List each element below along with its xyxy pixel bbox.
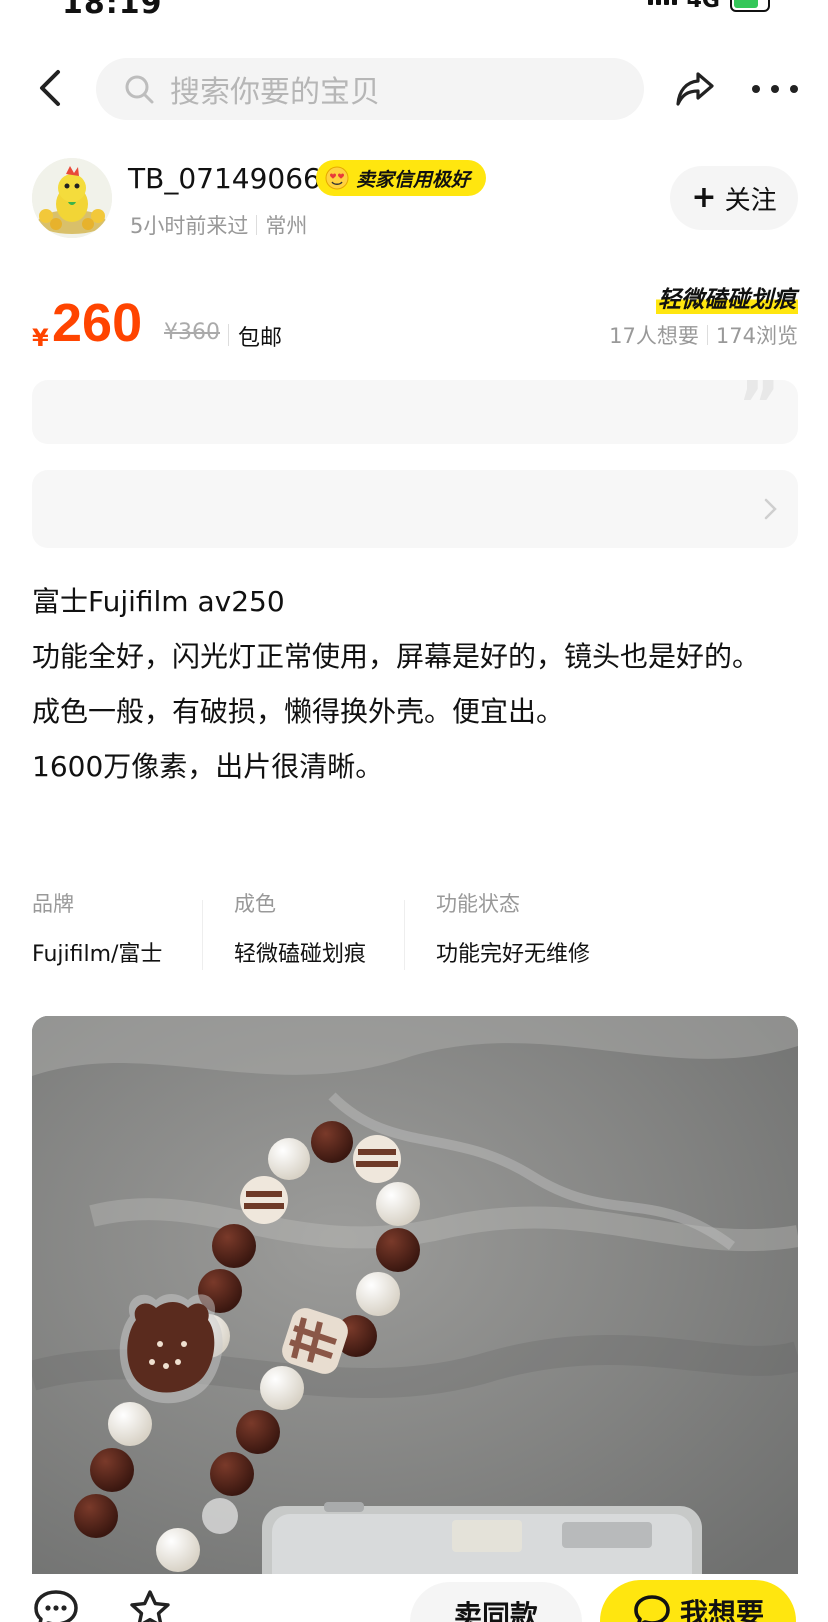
favorite-button[interactable] bbox=[128, 1588, 172, 1622]
chat-bubble-icon bbox=[34, 1590, 78, 1622]
attribute-condition: 成色 轻微磕碰划痕 bbox=[234, 888, 414, 978]
wants-count: 17人想要 bbox=[609, 324, 699, 348]
credit-badge-label: 卖家信用极好 bbox=[356, 168, 471, 191]
chevron-right-icon bbox=[764, 498, 777, 520]
bottom-action-bar: 卖同款 我想要 bbox=[0, 1574, 828, 1622]
item-attributes: 品牌 Fujifilm/富士 成色 轻微磕碰划痕 功能状态 功能完好无维修 bbox=[32, 888, 798, 978]
message-button[interactable] bbox=[32, 1588, 80, 1622]
back-button[interactable] bbox=[30, 66, 74, 110]
search-placeholder: 搜索你要的宝贝 bbox=[170, 75, 380, 110]
product-photo[interactable] bbox=[32, 1016, 798, 1576]
want-button[interactable]: 我想要 bbox=[600, 1580, 796, 1622]
listing-stats: 17人想要 174浏览 bbox=[609, 320, 798, 350]
signal-icon bbox=[647, 0, 677, 5]
divider bbox=[256, 215, 258, 235]
more-dot-icon bbox=[771, 85, 779, 93]
description-line: 富士Fujifilm av250 bbox=[32, 585, 285, 618]
attribute-function: 功能状态 功能完好无维修 bbox=[436, 888, 656, 978]
status-bar: 18:19 4G bbox=[0, 0, 828, 21]
attribute-value: 功能完好无维修 bbox=[436, 942, 591, 967]
avatar[interactable] bbox=[32, 158, 112, 238]
divider bbox=[706, 325, 708, 345]
original-price: ¥360 bbox=[164, 320, 220, 345]
seller-header: TB_07149066 卖家信用极好 5小时前来过 常州 + 关注 bbox=[32, 158, 798, 238]
blurred-comment-card[interactable]: ” bbox=[32, 374, 798, 444]
battery-icon bbox=[730, 0, 770, 12]
share-button[interactable] bbox=[672, 66, 718, 112]
want-label: 我想要 bbox=[679, 1597, 764, 1622]
attribute-label: 成色 bbox=[234, 892, 276, 916]
price: 260 bbox=[52, 293, 143, 353]
divider bbox=[202, 900, 203, 970]
divider bbox=[404, 900, 405, 970]
credit-badge[interactable]: 卖家信用极好 bbox=[316, 160, 487, 196]
search-input[interactable]: 搜索你要的宝贝 bbox=[96, 58, 644, 120]
follow-button[interactable]: + 关注 bbox=[670, 166, 798, 230]
share-icon bbox=[676, 72, 714, 106]
condition-tag: 轻微磕碰划痕 bbox=[656, 280, 798, 314]
description-line: 成色一般，有破损，懒得换外壳。便宜出。 bbox=[32, 695, 565, 728]
product-image bbox=[32, 1016, 798, 1576]
item-description: 富士Fujifilm av250 功能全好，闪光灯正常使用，屏幕是好的，镜头也是… bbox=[32, 574, 798, 794]
more-button[interactable] bbox=[752, 74, 798, 104]
heart-eyes-emoji-icon bbox=[325, 166, 349, 190]
description-line: 1600万像素，出片很清晰。 bbox=[32, 750, 384, 783]
more-dot-icon bbox=[752, 85, 760, 93]
seller-last-seen: 5小时前来过 bbox=[130, 214, 249, 238]
description-line: 功能全好，闪光灯正常使用，屏幕是好的，镜头也是好的。 bbox=[32, 640, 761, 673]
attribute-label: 品牌 bbox=[32, 892, 74, 916]
attribute-value: Fujifilm/富士 bbox=[32, 942, 163, 967]
sell-same-button[interactable]: 卖同款 bbox=[410, 1582, 582, 1622]
quote-icon: ” bbox=[737, 369, 780, 443]
shipping-label: 包邮 bbox=[238, 326, 283, 351]
price-row: ¥ 260 ¥360 包邮 轻微磕碰划痕 17人想要 174浏览 bbox=[32, 280, 798, 360]
top-bar: 搜索你要的宝贝 bbox=[0, 56, 828, 120]
chevron-left-icon bbox=[40, 70, 60, 106]
plus-icon: + bbox=[691, 180, 717, 215]
attribute-label: 功能状态 bbox=[436, 892, 520, 916]
divider bbox=[228, 324, 229, 346]
sell-same-label: 卖同款 bbox=[453, 1599, 538, 1622]
status-indicators: 4G bbox=[647, 0, 770, 13]
search-icon bbox=[125, 75, 154, 104]
currency-symbol: ¥ bbox=[32, 324, 49, 352]
seller-location: 常州 bbox=[265, 214, 308, 238]
blurred-info-card[interactable] bbox=[32, 470, 798, 548]
seller-meta: 5小时前来过 常州 bbox=[130, 210, 307, 240]
avatar-image bbox=[32, 158, 112, 238]
views-count: 174浏览 bbox=[715, 324, 798, 348]
attribute-brand: 品牌 Fujifilm/富士 bbox=[32, 888, 202, 978]
chat-icon bbox=[634, 1595, 670, 1622]
seller-name[interactable]: TB_07149066 bbox=[128, 162, 321, 195]
star-icon bbox=[130, 1590, 170, 1622]
network-type: 4G bbox=[686, 0, 720, 13]
status-time: 18:19 bbox=[62, 0, 163, 21]
more-dot-icon bbox=[790, 85, 798, 93]
attribute-value: 轻微磕碰划痕 bbox=[234, 942, 367, 967]
follow-label: 关注 bbox=[724, 185, 777, 216]
